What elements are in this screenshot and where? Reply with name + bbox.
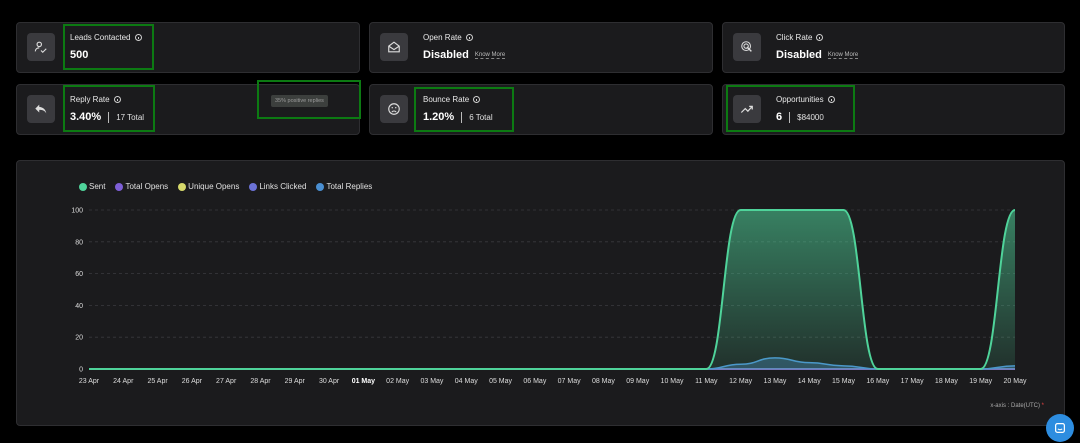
x-tick-label: 14 May	[798, 378, 821, 385]
x-tick-label: 12 May	[729, 378, 752, 385]
know-more-link[interactable]: Know More	[827, 52, 859, 59]
x-tick-label: 23 Apr	[79, 378, 100, 385]
info-icon[interactable]	[827, 96, 835, 103]
x-axis-note: x-axis : Date(UTC) *	[990, 403, 1044, 409]
envelope-open-icon	[380, 33, 408, 61]
know-more-link[interactable]: Know More	[474, 52, 506, 59]
info-icon[interactable]	[134, 34, 142, 41]
x-tick-label: 03 May	[420, 378, 443, 385]
stat-value: 3.40%	[70, 111, 102, 123]
x-tick-label: 28 Apr	[250, 378, 271, 385]
x-axis-note-mark: *	[1041, 403, 1044, 409]
x-tick-label: 06 May	[523, 378, 546, 385]
x-tick-label: 16 May	[866, 378, 889, 385]
x-tick-label: 26 Apr	[182, 378, 203, 385]
x-tick-label: 27 Apr	[216, 378, 237, 385]
x-tick-label: 11 May	[695, 378, 718, 385]
stat-card-opportunities: Opportunities 6 $84000	[722, 84, 1065, 135]
stat-card-click-rate: Click Rate Disabled Know More	[722, 22, 1065, 73]
x-tick-label: 18 May	[935, 378, 958, 385]
stat-card-bounce-rate: Bounce Rate 1.20% 6 Total	[369, 84, 713, 135]
x-tick-label: 04 May	[455, 378, 478, 385]
y-tick-label: 60	[75, 271, 83, 278]
stat-value: Disabled	[423, 49, 469, 61]
x-tick-label: 13 May	[763, 378, 786, 385]
stat-sub: 17 Total	[116, 112, 145, 122]
stat-label: Opportunities	[776, 95, 824, 104]
info-icon[interactable]	[816, 34, 824, 41]
series-line-sent	[88, 209, 1016, 370]
y-tick-label: 100	[71, 208, 83, 215]
cursor-click-icon	[733, 33, 761, 61]
x-tick-label: 09 May	[626, 378, 649, 385]
x-tick-label: 30 Apr	[319, 378, 340, 385]
x-tick-label: 17 May	[901, 378, 924, 385]
info-icon[interactable]	[473, 96, 481, 103]
stat-label: Click Rate	[776, 33, 813, 42]
x-tick-label: 02 May	[386, 378, 409, 385]
x-tick-label: 05 May	[489, 378, 512, 385]
y-tick-label: 80	[75, 239, 83, 246]
x-tick-label: 01 May	[352, 378, 375, 385]
stat-card-leads-contacted: Leads Contacted 500	[16, 22, 360, 73]
x-tick-label: 25 Apr	[147, 378, 168, 385]
divider	[789, 111, 791, 123]
stat-value: 1.20%	[423, 111, 455, 123]
activity-chart-card: Sent Total Opens Unique Opens Links Clicked…	[16, 160, 1065, 426]
stat-value: 6	[776, 111, 783, 123]
sad-face-icon	[380, 95, 408, 123]
divider	[108, 111, 110, 123]
stat-sub: $84000	[797, 112, 824, 122]
y-tick-label: 20	[75, 335, 83, 342]
stat-label: Leads Contacted	[70, 33, 131, 42]
x-tick-label: 24 Apr	[113, 378, 134, 385]
user-check-icon	[27, 33, 55, 61]
trending-up-icon	[733, 95, 761, 123]
x-axis-note-text: x-axis : Date(UTC)	[990, 403, 1040, 409]
stat-value: Disabled	[776, 49, 822, 61]
x-tick-label: 20 May	[1004, 378, 1027, 385]
x-tick-label: 08 May	[592, 378, 615, 385]
x-tick-label: 07 May	[558, 378, 581, 385]
chat-button[interactable]	[1046, 414, 1074, 442]
reply-icon	[27, 95, 55, 123]
x-tick-label: 19 May	[969, 378, 992, 385]
stat-card-reply-rate: Reply Rate 3.40% 17 Total	[16, 84, 360, 135]
info-icon[interactable]	[465, 34, 473, 41]
chat-icon	[1055, 423, 1065, 433]
positive-replies-badge: 35% positive replies	[271, 95, 328, 107]
x-tick-label: 10 May	[661, 378, 684, 385]
info-icon[interactable]	[113, 96, 121, 103]
y-tick-label: 0	[79, 367, 83, 374]
y-tick-label: 40	[75, 303, 83, 310]
stat-sub: 6 Total	[469, 112, 493, 122]
stat-label: Open Rate	[423, 33, 462, 42]
stat-label: Reply Rate	[70, 95, 110, 104]
series-area-sent	[89, 210, 1015, 369]
divider	[461, 111, 463, 123]
x-tick-label: 29 Apr	[285, 378, 306, 385]
stat-card-open-rate: Open Rate Disabled Know More	[369, 22, 713, 73]
x-tick-label: 15 May	[832, 378, 855, 385]
stat-label: Bounce Rate	[423, 95, 470, 104]
stat-value: 500	[70, 49, 89, 61]
activity-chart: 0 20 40 60 80 100 23 Apr 24 Apr 25 Apr 26 Apr 27 A…	[71, 208, 1027, 386]
